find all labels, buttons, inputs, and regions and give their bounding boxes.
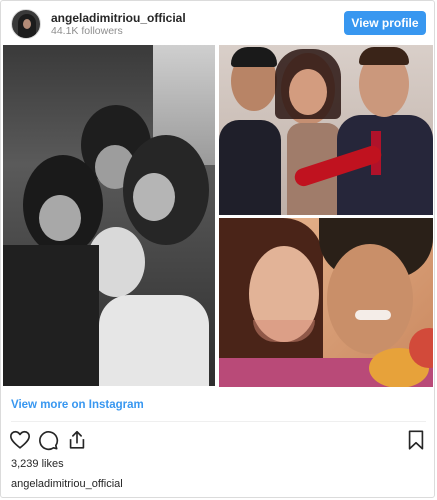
instagram-embed-card: angeladimitriou_official 44.1K followers… <box>0 0 435 498</box>
profile-avatar[interactable] <box>11 9 41 39</box>
bookmark-icon[interactable] <box>405 429 427 451</box>
comment-icon[interactable] <box>37 429 59 451</box>
post-header: angeladimitriou_official 44.1K followers… <box>1 1 434 43</box>
avatar-face <box>23 19 31 29</box>
heart-icon[interactable] <box>9 429 31 451</box>
like-count[interactable]: 3,239 likes <box>11 458 64 470</box>
divider <box>11 421 426 422</box>
view-more-link[interactable]: View more on Instagram <box>11 399 144 411</box>
post-image-collage[interactable] <box>1 45 434 387</box>
view-profile-button[interactable]: View profile <box>344 11 426 35</box>
follower-count: 44.1K followers <box>51 25 123 37</box>
share-icon[interactable] <box>66 429 88 451</box>
post-photo-trio-portrait <box>219 45 433 215</box>
post-photo-black-and-white <box>3 45 215 386</box>
profile-username[interactable]: angeladimitriou_official <box>51 11 186 25</box>
post-owner-username[interactable]: angeladimitriou_official <box>11 478 123 490</box>
post-photo-couple-portrait <box>219 218 433 387</box>
